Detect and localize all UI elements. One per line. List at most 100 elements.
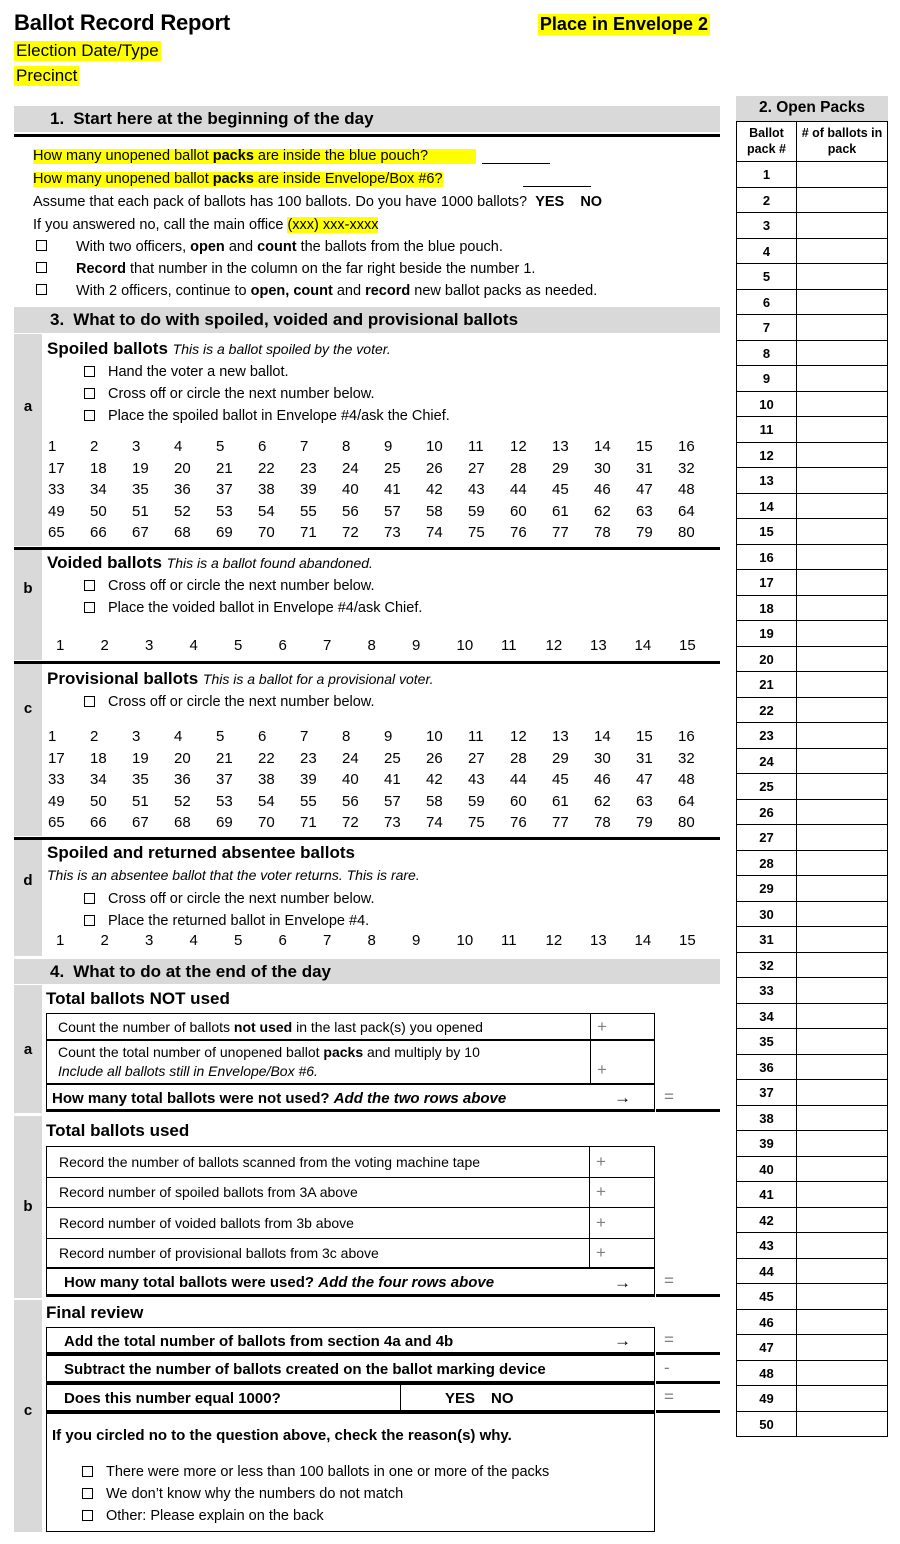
q1-answer-blank[interactable] xyxy=(482,163,550,164)
ballot-number-cell[interactable]: 21 xyxy=(216,750,258,772)
ballot-number-cell[interactable]: 74 xyxy=(426,814,468,836)
open-packs-count-input[interactable] xyxy=(796,339,888,367)
ballot-number-cell[interactable]: 22 xyxy=(258,460,300,482)
ballot-number-cell[interactable]: 26 xyxy=(426,750,468,772)
assume-no-option[interactable]: NO xyxy=(580,194,602,210)
ballot-number-cell[interactable]: 74 xyxy=(426,524,468,546)
ballot-number-cell[interactable]: 6 xyxy=(279,637,324,659)
ballot-number-cell[interactable]: 1 xyxy=(56,637,101,659)
ballot-number-cell[interactable]: 24 xyxy=(342,460,384,482)
ballot-number-cell[interactable]: 70 xyxy=(258,524,300,546)
ballot-number-cell[interactable]: 25 xyxy=(384,460,426,482)
ballot-number-cell[interactable]: 38 xyxy=(258,771,300,793)
ballot-number-cell[interactable]: 15 xyxy=(679,637,724,659)
ballot-number-cell[interactable]: 5 xyxy=(234,932,279,954)
4b-row-operator[interactable]: + xyxy=(589,1208,654,1238)
ballot-number-cell[interactable]: 32 xyxy=(678,460,720,482)
ballot-number-cell[interactable]: 75 xyxy=(468,524,510,546)
ballot-number-cell[interactable]: 52 xyxy=(174,503,216,525)
open-packs-count-input[interactable] xyxy=(796,1308,888,1336)
ballot-number-cell[interactable]: 10 xyxy=(457,637,502,659)
open-packs-count-input[interactable] xyxy=(796,314,888,341)
ballot-number-cell[interactable]: 70 xyxy=(258,814,300,836)
ballot-number-cell[interactable]: 62 xyxy=(594,793,636,815)
ballot-number-cell[interactable]: 8 xyxy=(342,728,384,750)
ballot-number-cell[interactable]: 12 xyxy=(546,637,591,659)
open-packs-count-input[interactable] xyxy=(796,671,888,698)
open-packs-count-input[interactable] xyxy=(796,288,888,316)
open-packs-count-input[interactable] xyxy=(796,977,888,1004)
ballot-number-cell[interactable]: 10 xyxy=(457,932,502,954)
ballot-number-cell[interactable]: 73 xyxy=(384,814,426,836)
ballot-number-cell[interactable]: 29 xyxy=(552,750,594,772)
spoiled-ballots-number-grid[interactable]: 1 2 3 4 5 6 7 8 9 10 11 12 13 14 15 16 17 18 19 20 21 22 23 24 2… xyxy=(48,438,720,546)
ballot-number-cell[interactable]: 49 xyxy=(48,503,90,525)
checkbox-cross-off-spoiled[interactable] xyxy=(84,388,95,399)
ballot-number-cell[interactable]: 39 xyxy=(300,771,342,793)
ballot-number-cell[interactable]: 54 xyxy=(258,793,300,815)
ballot-number-cell[interactable]: 47 xyxy=(636,771,678,793)
open-packs-count-input[interactable] xyxy=(796,824,888,851)
ballot-number-cell[interactable]: 48 xyxy=(678,481,720,503)
open-packs-count-input[interactable] xyxy=(796,492,888,520)
ballot-number-cell[interactable]: 9 xyxy=(384,728,426,750)
open-packs-count-input[interactable] xyxy=(796,1334,888,1361)
ballot-number-cell[interactable]: 69 xyxy=(216,524,258,546)
ballot-number-cell[interactable]: 37 xyxy=(216,771,258,793)
ballot-number-cell[interactable]: 51 xyxy=(132,503,174,525)
ballot-number-cell[interactable]: 28 xyxy=(510,460,552,482)
ballot-number-cell[interactable]: 17 xyxy=(48,750,90,772)
ballot-number-cell[interactable]: 36 xyxy=(174,481,216,503)
open-packs-count-input[interactable] xyxy=(796,875,888,902)
ballot-number-cell[interactable]: 1 xyxy=(48,438,90,460)
open-packs-count-input[interactable] xyxy=(796,1283,888,1310)
ballot-number-cell[interactable]: 8 xyxy=(368,637,413,659)
ballot-number-cell[interactable]: 60 xyxy=(510,503,552,525)
4a-row-2-operator[interactable]: + xyxy=(590,1040,655,1084)
open-packs-count-input[interactable] xyxy=(796,1155,888,1183)
open-packs-count-input[interactable] xyxy=(796,416,888,443)
ballot-number-cell[interactable]: 58 xyxy=(426,503,468,525)
ballot-number-cell[interactable]: 41 xyxy=(384,481,426,503)
ballot-number-cell[interactable]: 50 xyxy=(90,503,132,525)
ballot-number-cell[interactable]: 13 xyxy=(552,728,594,750)
ballot-number-cell[interactable]: 64 xyxy=(678,793,720,815)
ballot-number-cell[interactable]: 78 xyxy=(594,814,636,836)
ballot-number-cell[interactable]: 65 xyxy=(48,814,90,836)
ballot-number-cell[interactable]: 9 xyxy=(384,438,426,460)
checkbox-place-voided-env4[interactable] xyxy=(84,602,95,613)
ballot-number-cell[interactable]: 19 xyxy=(132,750,174,772)
open-packs-count-input[interactable] xyxy=(796,263,888,290)
ballot-number-cell[interactable]: 72 xyxy=(342,524,384,546)
4b-row-operator[interactable]: + xyxy=(589,1177,654,1207)
open-packs-count-input[interactable] xyxy=(796,518,888,545)
checkbox-reason-pack-count[interactable] xyxy=(82,1466,93,1477)
4b-row-operator[interactable]: + xyxy=(589,1147,654,1177)
ballot-number-cell[interactable]: 26 xyxy=(426,460,468,482)
open-packs-count-input[interactable] xyxy=(796,594,888,622)
ballot-number-cell[interactable]: 33 xyxy=(48,481,90,503)
ballot-number-cell[interactable]: 53 xyxy=(216,503,258,525)
ballot-number-cell[interactable]: 73 xyxy=(384,524,426,546)
ballot-number-cell[interactable]: 12 xyxy=(510,728,552,750)
checkbox-cross-off-absentee[interactable] xyxy=(84,893,95,904)
precinct-field[interactable]: Precinct xyxy=(14,66,80,86)
open-packs-count-input[interactable] xyxy=(796,620,888,647)
checkbox-cross-off-voided[interactable] xyxy=(84,580,95,591)
ballot-number-cell[interactable]: 63 xyxy=(636,503,678,525)
ballot-number-cell[interactable]: 42 xyxy=(426,481,468,503)
4c-row-3-equals-cell[interactable]: = xyxy=(656,1384,720,1413)
ballot-number-cell[interactable]: 50 xyxy=(90,793,132,815)
open-packs-count-input[interactable] xyxy=(796,773,888,800)
ballot-number-cell[interactable]: 68 xyxy=(174,814,216,836)
checkbox-place-spoiled-env4[interactable] xyxy=(84,410,95,421)
ballot-number-cell[interactable]: 69 xyxy=(216,814,258,836)
ballot-number-cell[interactable]: 6 xyxy=(258,438,300,460)
open-packs-count-input[interactable] xyxy=(796,696,888,724)
ballot-number-cell[interactable]: 4 xyxy=(174,728,216,750)
ballot-number-cell[interactable]: 66 xyxy=(90,524,132,546)
ballot-number-cell[interactable]: 77 xyxy=(552,524,594,546)
open-packs-count-input[interactable] xyxy=(796,1028,888,1055)
checkbox-hand-new-ballot[interactable] xyxy=(84,366,95,377)
ballot-number-cell[interactable]: 3 xyxy=(145,932,190,954)
